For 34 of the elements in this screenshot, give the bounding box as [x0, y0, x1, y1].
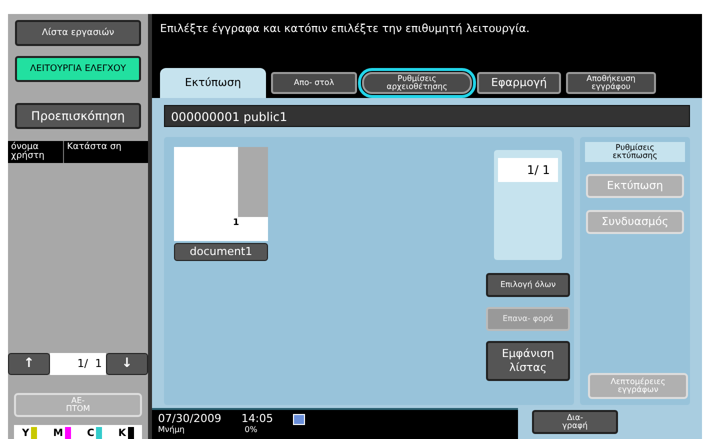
page-counter: 1/ 1: [498, 158, 558, 182]
instruction-text: Επιλέξτε έγγραφα και κατόπιν επιλέξτε την επιθυμητή λειτουργία.: [159, 21, 531, 37]
delete-button[interactable]: Δια- γραφή: [532, 410, 618, 434]
action-button[interactable]: Επιλογή όλων: [486, 273, 570, 297]
tab[interactable]: Εκτύπωση: [160, 68, 266, 98]
toner-label: K: [118, 429, 126, 439]
up-arrow-button[interactable]: ↑: [8, 353, 50, 375]
action-button: Επανα- φορά: [486, 307, 570, 331]
tab[interactable]: Απο- στολ: [271, 72, 357, 94]
memory-label: Μνήμη: [158, 425, 185, 434]
toner-gauge: [65, 427, 72, 439]
toner-gauge: [96, 427, 102, 439]
date-text: 07/30/2009: [158, 413, 222, 425]
tab[interactable]: Αποθήκευση εγγράφου: [566, 72, 656, 94]
document-name[interactable]: document1: [174, 243, 268, 261]
time-text: 14:05: [241, 413, 274, 425]
down-arrow-button[interactable]: ↓: [106, 353, 148, 375]
action-button[interactable]: Εμφάνιση λίστας: [486, 341, 570, 381]
box-title: 000000001 public1: [164, 105, 690, 127]
memory-value: 0%: [244, 425, 258, 434]
sidebar-button[interactable]: Λίστα εργασιών: [15, 20, 141, 46]
column-header[interactable]: Κατάστα ση: [64, 141, 148, 163]
toner-gauge: [128, 427, 134, 439]
column-header[interactable]: όνομα χρήστη: [8, 141, 64, 163]
toner-label: M: [53, 429, 64, 439]
toner-label: Y: [22, 429, 30, 439]
tab[interactable]: Εφαρμογή: [477, 72, 561, 94]
section-title: Ρυθμίσεις εκτύπωσης: [585, 142, 685, 162]
toner-label: C: [87, 429, 94, 439]
toner-gauge: [31, 427, 38, 439]
document-thumbnail[interactable]: 1: [174, 147, 268, 241]
sidebar-button[interactable]: Προεπισκόπηση: [15, 103, 141, 129]
page-indicator: 1/ 1: [50, 353, 106, 375]
sidebar-button[interactable]: ΛΕΙΤΟΥΡΓΙΑ ΕΛΕΓΧΟΥ: [15, 56, 141, 82]
